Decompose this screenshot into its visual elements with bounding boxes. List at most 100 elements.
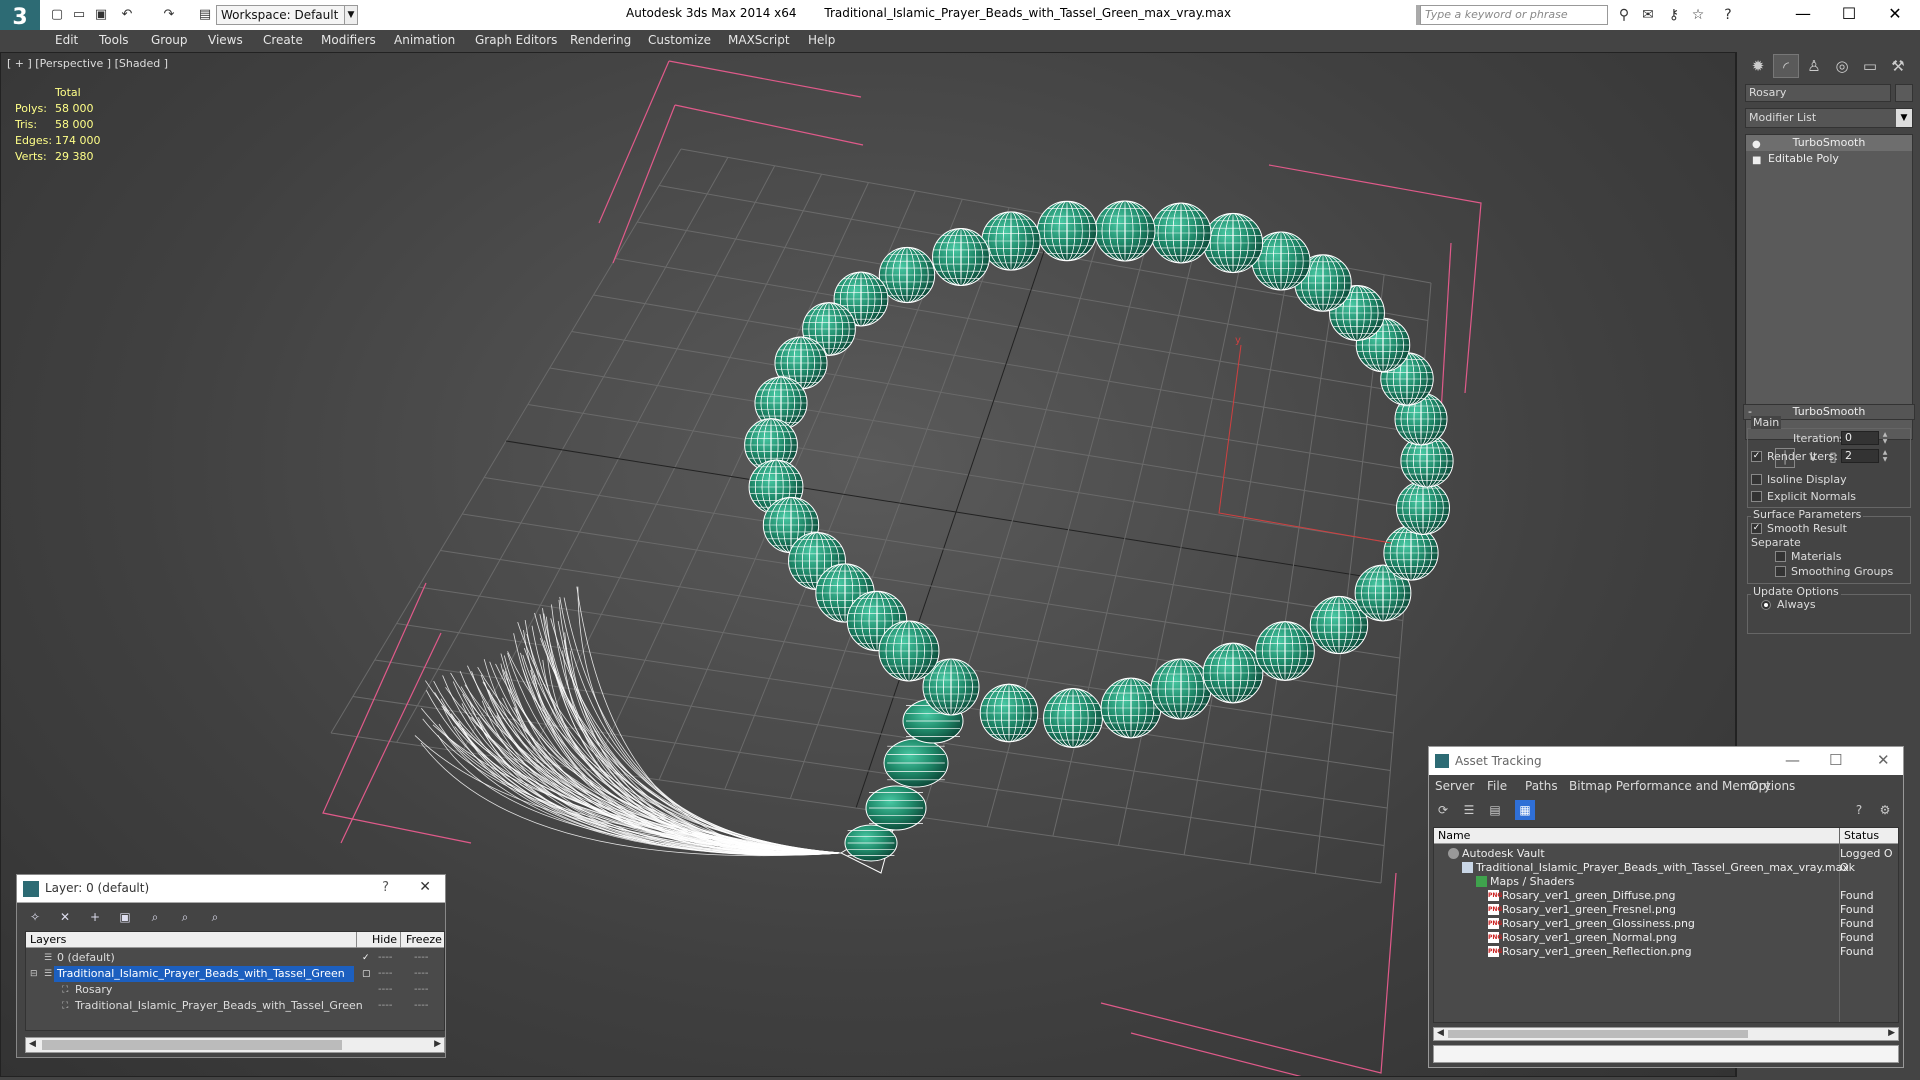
help-icon[interactable]: ? xyxy=(1718,6,1738,24)
collapse-minus-icon[interactable]: ⊟ xyxy=(30,966,38,982)
open-file-icon[interactable]: ▭ xyxy=(70,6,88,24)
expand-plus-icon[interactable]: ■ xyxy=(1752,153,1761,169)
chevron-down-icon[interactable]: ▼ xyxy=(344,5,358,25)
undo-icon[interactable]: ↶ xyxy=(118,6,136,24)
grid-view-icon[interactable]: ▦ xyxy=(1515,800,1535,820)
add-to-layer-icon[interactable]: + xyxy=(85,907,105,927)
highlight-layer-icon[interactable]: ⌕ xyxy=(145,907,165,927)
hide-toggle[interactable]: ---- xyxy=(378,998,392,1014)
column-hide[interactable]: Hide xyxy=(372,933,397,946)
materials-checkbox[interactable] xyxy=(1775,551,1786,562)
render-iters-checkbox[interactable]: ✓ xyxy=(1751,451,1762,462)
scroll-thumb[interactable] xyxy=(42,1040,342,1050)
help-icon[interactable]: ? xyxy=(382,880,389,895)
binoculars-icon[interactable]: ⚲ xyxy=(1614,6,1634,24)
column-divider[interactable] xyxy=(400,932,401,948)
menu-edit[interactable]: Edit xyxy=(55,33,78,47)
menu-rendering[interactable]: Rendering xyxy=(570,33,631,47)
freeze-all-icon[interactable]: ⌕ xyxy=(205,907,225,927)
column-freeze[interactable]: Freeze xyxy=(406,933,442,946)
asset-table[interactable]: Name Status Autodesk Vault Logged O Trad… xyxy=(1433,827,1899,1023)
object-color-swatch[interactable] xyxy=(1895,84,1913,102)
close-icon[interactable]: ✕ xyxy=(419,879,431,895)
column-status[interactable]: Status xyxy=(1844,829,1879,842)
delete-layer-icon[interactable]: ✕ xyxy=(55,907,75,927)
menu-graph-editors[interactable]: Graph Editors xyxy=(475,33,557,47)
scroll-right-icon[interactable]: ▶ xyxy=(434,1039,441,1049)
asset-row[interactable]: PNG Rosary_ver1_green_Reflection.png Fou… xyxy=(1434,943,1898,960)
help-icon[interactable]: ? xyxy=(1849,800,1869,820)
menu-animation[interactable]: Animation xyxy=(394,33,455,47)
viewport-label[interactable]: [ + ] [Perspective ] [Shaded ] xyxy=(7,57,168,70)
menu-modifiers[interactable]: Modifiers xyxy=(321,33,376,47)
layer-row[interactable]: ⛶ Traditional_Islamic_Prayer_Beads_with_… xyxy=(26,998,444,1014)
scroll-thumb[interactable] xyxy=(1448,1030,1748,1038)
horizontal-scrollbar[interactable]: ◀ ▶ xyxy=(1433,1027,1899,1041)
key-icon[interactable]: ⚷ xyxy=(1664,6,1684,24)
display-tab-icon[interactable]: ▭ xyxy=(1857,54,1883,78)
modifier-stack[interactable]: ● TurboSmooth ■ Editable Poly xyxy=(1745,134,1913,440)
search-input[interactable]: Type a keyword or phrase xyxy=(1420,5,1608,25)
layer-window-titlebar[interactable]: Layer: 0 (default) ? ✕ xyxy=(17,875,445,903)
freeze-toggle[interactable]: ---- xyxy=(414,966,428,982)
menu-help[interactable]: Help xyxy=(808,33,835,47)
minimize-icon[interactable]: — xyxy=(1780,0,1826,28)
refresh-icon[interactable]: ⟳ xyxy=(1433,800,1453,820)
asset-path-field[interactable] xyxy=(1433,1045,1899,1063)
freeze-toggle[interactable]: ---- xyxy=(414,998,428,1014)
menu-paths[interactable]: Paths xyxy=(1525,779,1558,793)
column-divider[interactable] xyxy=(356,932,357,948)
list-view-icon[interactable]: ☰ xyxy=(1459,800,1479,820)
save-file-icon[interactable]: ▣ xyxy=(92,6,110,24)
create-tab-sun-icon[interactable]: ✹ xyxy=(1745,54,1771,78)
menu-maxscript[interactable]: MAXScript xyxy=(728,33,790,47)
layer-row[interactable]: ⛶ Rosary ---- ---- xyxy=(26,982,444,998)
menu-create[interactable]: Create xyxy=(263,33,303,47)
menu-group[interactable]: Group xyxy=(151,33,188,47)
select-objects-icon[interactable]: ▣ xyxy=(115,907,135,927)
close-icon[interactable]: ✕ xyxy=(1877,751,1890,769)
utilities-tab-wrench-icon[interactable]: ⚒ xyxy=(1885,54,1911,78)
scroll-left-icon[interactable]: ◀ xyxy=(29,1039,36,1049)
redo-icon[interactable]: ↷ xyxy=(160,6,178,24)
stack-item-turbosmooth[interactable]: ● TurboSmooth xyxy=(1746,135,1912,151)
hide-toggle[interactable]: ---- xyxy=(378,950,392,966)
minimize-icon[interactable]: — xyxy=(1785,751,1800,769)
workspace-select[interactable]: Workspace: Default xyxy=(216,5,352,25)
always-radio[interactable] xyxy=(1761,600,1771,610)
bead-ring-mesh[interactable] xyxy=(744,200,1454,748)
settings-icon[interactable]: ⚙ xyxy=(1875,800,1895,820)
maximize-icon[interactable]: ☐ xyxy=(1826,0,1872,28)
menu-customize[interactable]: Customize xyxy=(648,33,711,47)
smoothing-groups-checkbox[interactable] xyxy=(1775,566,1786,577)
menu-server[interactable]: Server xyxy=(1435,779,1474,793)
column-name[interactable]: Name xyxy=(1438,829,1470,842)
spinner-arrows-icon[interactable]: ▲ ▼ xyxy=(1881,449,1889,463)
modifier-list-dropdown[interactable]: Modifier List ▼ xyxy=(1745,108,1913,128)
scroll-left-icon[interactable]: ◀ xyxy=(1437,1028,1444,1038)
star-icon[interactable]: ☆ xyxy=(1688,6,1708,24)
scroll-right-icon[interactable]: ▶ xyxy=(1888,1028,1895,1038)
table-view-icon[interactable]: ▤ xyxy=(1485,800,1505,820)
project-folder-icon[interactable]: ▤ xyxy=(196,6,214,24)
menu-bitmap-performance[interactable]: Bitmap Performance and Memory xyxy=(1569,779,1771,793)
hide-all-icon[interactable]: ⌕ xyxy=(175,907,195,927)
menu-tools[interactable]: Tools xyxy=(99,33,129,47)
horizontal-scrollbar[interactable]: ◀ ▶ xyxy=(25,1037,445,1053)
new-layer-icon[interactable]: ✧ xyxy=(25,907,45,927)
column-layers[interactable]: Layers xyxy=(30,933,66,946)
communication-center-icon[interactable]: ✉ xyxy=(1638,6,1658,24)
menu-options[interactable]: Options xyxy=(1749,779,1795,793)
layer-row[interactable]: ☰ 0 (default) ✓ ---- ---- xyxy=(26,950,444,966)
menu-views[interactable]: Views xyxy=(208,33,243,47)
smooth-result-checkbox[interactable]: ✓ xyxy=(1751,523,1762,534)
isoline-display-checkbox[interactable] xyxy=(1751,474,1762,485)
active-layer-check-icon[interactable]: ✓ xyxy=(362,950,370,966)
freeze-toggle[interactable]: ---- xyxy=(414,950,428,966)
hide-toggle[interactable]: ---- xyxy=(378,966,392,982)
spinner-arrows-icon[interactable]: ▲ ▼ xyxy=(1881,431,1889,445)
freeze-toggle[interactable]: ---- xyxy=(414,982,428,998)
new-file-icon[interactable]: ▢ xyxy=(48,6,66,24)
hierarchy-tab-icon[interactable]: ♙ xyxy=(1801,54,1827,78)
modify-tab-arc-icon[interactable]: ◜ xyxy=(1773,54,1799,78)
